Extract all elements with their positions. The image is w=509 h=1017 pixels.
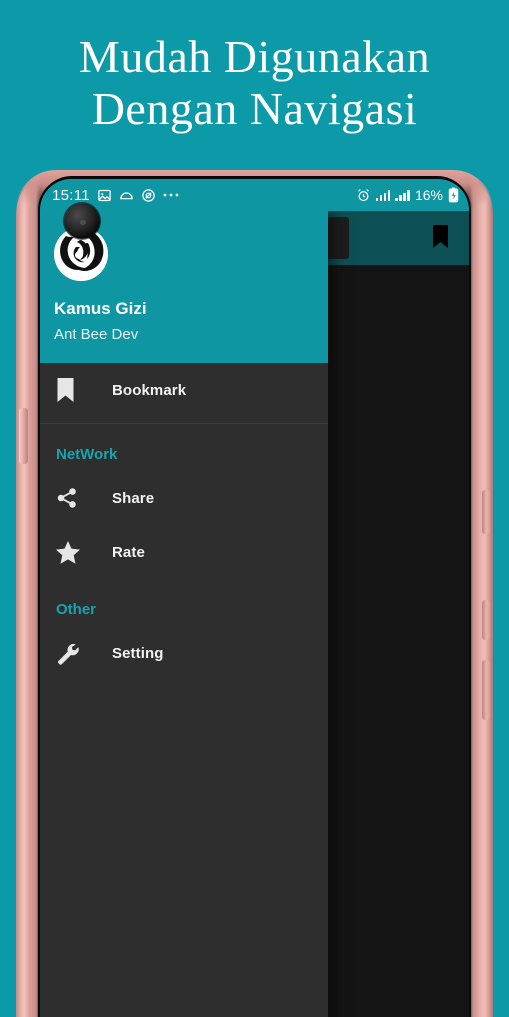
wrench-icon bbox=[56, 642, 96, 665]
status-bar-right: 16% bbox=[356, 187, 459, 203]
drawer-item-setting[interactable]: Setting bbox=[40, 626, 328, 680]
headline-line-1: Mudah Digunakan bbox=[78, 30, 431, 82]
cloud-icon bbox=[119, 188, 134, 203]
share-icon bbox=[56, 487, 96, 509]
power-button[interactable] bbox=[482, 490, 490, 534]
alarm-clock-icon bbox=[356, 188, 371, 203]
drawer-developer-name: Ant Bee Dev bbox=[54, 326, 139, 343]
photo-icon bbox=[97, 188, 112, 203]
headline-line-2: Dengan Navigasi bbox=[91, 82, 418, 134]
bookmark-icon[interactable] bbox=[432, 225, 449, 249]
phone-device-mockup: 15:11 16% Kamus Gizi Ant Bee Dev Bookmar… bbox=[16, 170, 493, 1017]
navigation-drawer: Kamus Gizi Ant Bee Dev Bookmark NetWork bbox=[40, 211, 328, 1017]
drawer-item-rate[interactable]: Rate bbox=[40, 525, 328, 579]
more-dots-icon bbox=[163, 192, 179, 198]
signal-bars-icon-1 bbox=[375, 189, 391, 201]
drawer-section-title-network: NetWork bbox=[56, 446, 118, 463]
promo-headline: Mudah Digunakan Dengan Navigasi bbox=[0, 0, 509, 165]
drawer-item-label: Share bbox=[112, 489, 155, 507]
bookmark-icon bbox=[56, 377, 96, 403]
drawer-item-share[interactable]: Share bbox=[40, 471, 328, 525]
battery-percent-label: 16% bbox=[414, 187, 443, 203]
shield-check-icon bbox=[141, 188, 156, 203]
drawer-item-label: Bookmark bbox=[112, 381, 187, 399]
status-bar: 15:11 16% bbox=[40, 179, 469, 211]
drawer-item-bookmark[interactable]: Bookmark bbox=[40, 363, 328, 417]
drawer-section-title-other: Other bbox=[56, 601, 97, 618]
side-button-tertiary[interactable] bbox=[482, 660, 490, 720]
drawer-item-label: Rate bbox=[112, 543, 145, 561]
drawer-item-label: Setting bbox=[112, 644, 164, 662]
volume-button[interactable] bbox=[19, 408, 28, 464]
status-bar-left: 15:11 bbox=[52, 187, 179, 204]
front-camera-icon bbox=[64, 203, 100, 239]
status-clock: 15:11 bbox=[52, 186, 90, 204]
signal-bars-icon-2 bbox=[395, 189, 410, 201]
star-icon bbox=[56, 540, 96, 564]
side-button-secondary[interactable] bbox=[482, 600, 490, 640]
battery-charging-icon bbox=[448, 187, 459, 203]
phone-screen: 15:11 16% Kamus Gizi Ant Bee Dev Bookmar… bbox=[40, 179, 469, 1017]
drawer-app-name: Kamus Gizi bbox=[54, 299, 147, 318]
